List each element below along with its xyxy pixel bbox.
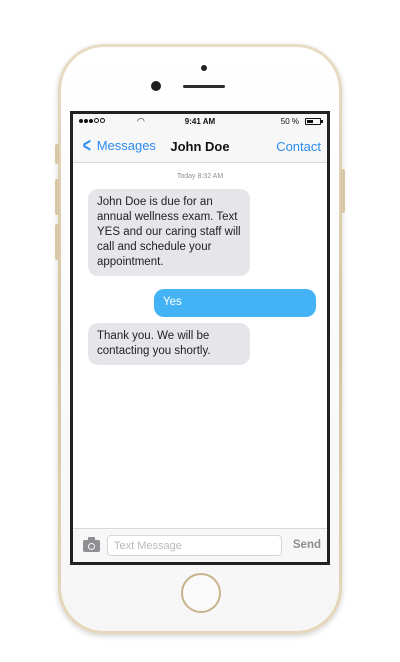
home-button[interactable] (181, 573, 221, 613)
earpiece-speaker (183, 85, 225, 88)
volume-down-button (55, 224, 59, 260)
status-bar: ◠ 9:41 AM 50 % (73, 114, 327, 130)
conversation-header: < Messages John Doe Contact (73, 130, 327, 163)
send-button[interactable]: Send (293, 539, 321, 551)
contact-button[interactable]: Contact (276, 139, 321, 154)
outgoing-message-bubble: Yes (154, 289, 316, 317)
text-message-input[interactable] (107, 535, 282, 556)
battery-percent: 50 % (280, 117, 299, 126)
message-timestamp: Today 8:32 AM (176, 173, 224, 180)
mute-switch (55, 144, 59, 164)
volume-up-button (55, 179, 59, 215)
incoming-message-bubble: John Doe is due for an annual wellness e… (88, 189, 250, 276)
battery-icon (305, 118, 323, 125)
power-button (341, 169, 345, 213)
camera-icon[interactable] (83, 537, 100, 552)
incoming-message-bubble: Thank you. We will be contacting you sho… (88, 323, 250, 365)
compose-bar: Send (73, 528, 327, 562)
camera-lens (151, 81, 161, 91)
message-thread[interactable]: Today 8:32 AM John Doe is due for an ann… (73, 163, 327, 529)
phone-screen: ◠ 9:41 AM 50 % < Messages John Doe Conta… (70, 111, 330, 565)
front-camera-dot (201, 65, 207, 71)
